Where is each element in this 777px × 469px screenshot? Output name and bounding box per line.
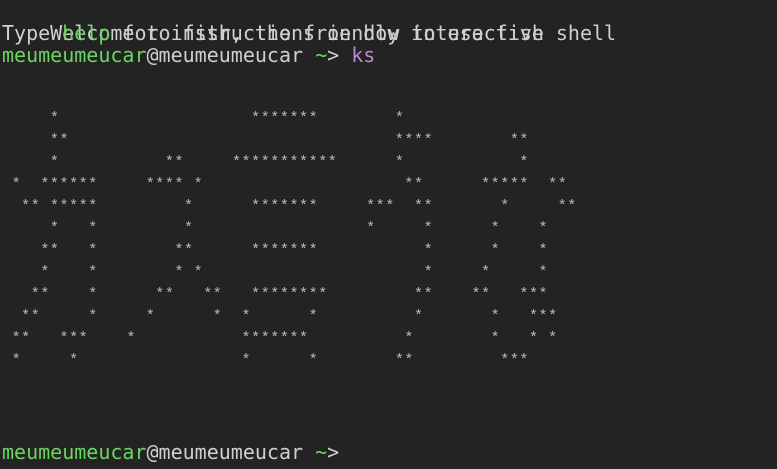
prompt-cwd: ~ <box>315 440 328 464</box>
ascii-art-line: ** * ** ** ******** ** ** *** <box>2 286 549 303</box>
ascii-art-line: * * * * * * * <box>2 220 549 237</box>
ascii-art-line: * * * * ** *** <box>2 352 529 369</box>
prompt-host: meumeumeucar <box>158 440 304 464</box>
ascii-art-line: ** *** * ******* * * * * <box>2 330 558 347</box>
ascii-art-line: ** * ** ******* * * * <box>2 242 549 259</box>
terminal-window[interactable]: Welcome to fish, the friendly interactiv… <box>2 0 775 469</box>
prompt-user: meumeumeucar <box>2 440 147 464</box>
prompt-at: @ <box>146 440 159 464</box>
ascii-art-line: ** * * * * * * * *** <box>2 308 558 325</box>
ascii-art-line: * ******* * <box>2 110 405 127</box>
ascii-art-line: * * * * * * * <box>2 264 549 281</box>
ascii-art-line: * ** *********** * * <box>2 154 529 171</box>
prompt-arrow: > <box>327 440 340 464</box>
ascii-art-line: ** ***** * ******* *** ** * ** <box>2 198 577 215</box>
prompt-line-2[interactable]: meumeumeucar@meumeumeucar ~> <box>2 441 339 463</box>
ascii-art-line: * ****** **** * ** ***** ** <box>2 176 568 193</box>
ascii-art-output: * ******* * ** **** ** * ** *********** … <box>2 0 775 469</box>
ascii-art-line: ** **** ** <box>2 132 529 149</box>
